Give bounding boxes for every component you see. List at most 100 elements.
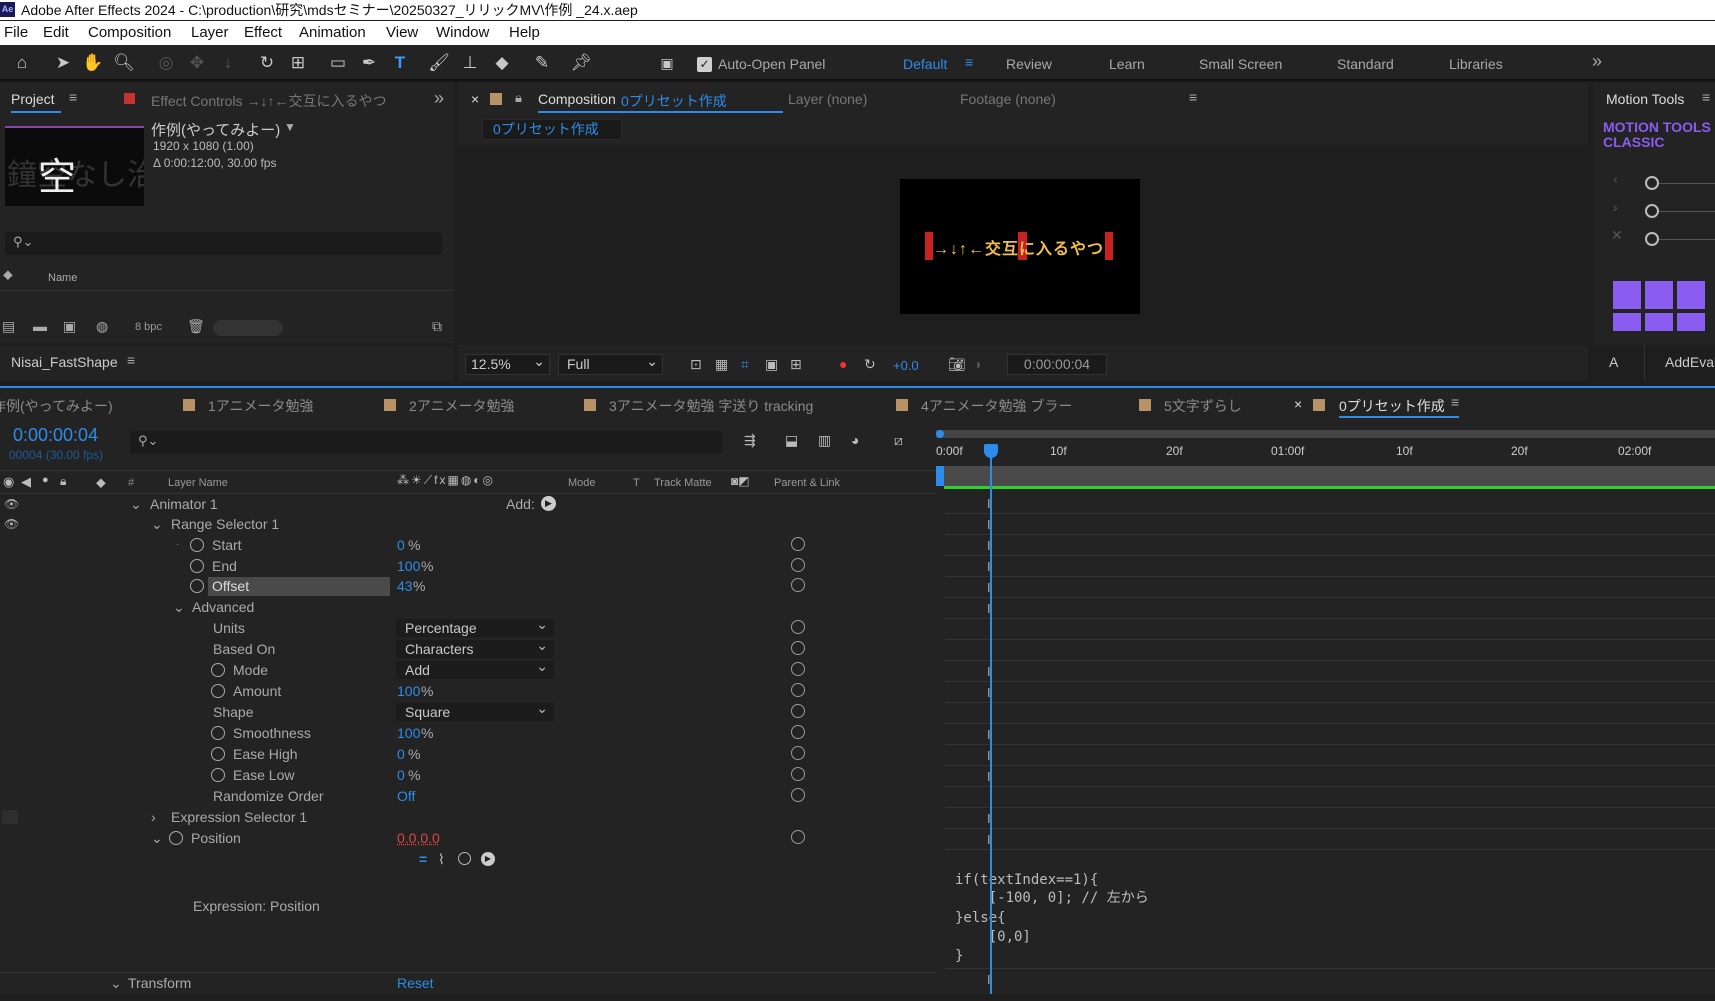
transform-reset[interactable]: Reset — [397, 973, 434, 993]
expression-pickwhip-icon[interactable] — [791, 788, 805, 802]
tab-effect-controls[interactable]: Effect Controls →↓↑←交互に入るやつ — [151, 91, 396, 111]
chevron-down-icon[interactable]: ⌄ — [130, 494, 142, 514]
reset-exposure-icon[interactable]: ↻ — [864, 356, 876, 373]
audio-icon[interactable]: ◀ — [21, 474, 31, 490]
timeline-tab-active[interactable]: 0プリセット作成 — [1339, 396, 1445, 416]
menu-animation[interactable]: Animation — [299, 21, 366, 45]
chevron-down-icon[interactable]: ⌄ — [151, 828, 163, 848]
chevron-down-icon[interactable]: ⌄ — [151, 514, 163, 534]
stopwatch-icon[interactable] — [169, 831, 183, 845]
workspace-standard[interactable]: Standard — [1337, 56, 1394, 72]
orbit-camera-icon[interactable]: ◎ — [155, 52, 177, 74]
panel-menu-icon[interactable]: ≡ — [1189, 89, 1197, 105]
expression-editor[interactable]: if(textIndex==1){ [-100, 0]; // 左から}else… — [945, 851, 1715, 969]
menu-effect[interactable]: Effect — [244, 21, 282, 45]
composition-tab-name[interactable]: 0プリセット作成 — [621, 91, 727, 111]
show-snapshot-icon[interactable]: ◑ — [973, 356, 981, 372]
tab-footage[interactable]: Footage (none) — [960, 91, 1056, 107]
expression-pickwhip-icon[interactable] — [791, 620, 805, 634]
range-selector-row[interactable]: 👁︎ ⌄ Range Selector 1 — [0, 514, 936, 534]
home-icon[interactable]: ⌂ — [11, 52, 33, 74]
expression-pickwhip-icon[interactable] — [791, 558, 805, 572]
tab-motion-tools[interactable]: Motion Tools — [1606, 91, 1684, 107]
expression-code[interactable]: if(textIndex==1){ [-100, 0]; // 左から}else… — [955, 853, 1149, 1001]
stopwatch-icon[interactable] — [211, 726, 225, 740]
mode-dropdown[interactable]: Add — [396, 657, 554, 679]
solo-icon[interactable]: ● — [42, 474, 49, 486]
tab-project[interactable]: Project — [11, 91, 55, 107]
composition-tab-label[interactable]: Composition — [538, 91, 616, 107]
anchor-grid-mr[interactable] — [1677, 313, 1705, 331]
stopwatch-icon[interactable] — [190, 579, 204, 593]
randomize-order-value[interactable]: Off — [397, 786, 415, 806]
project-search-input[interactable]: ⚲⌄ — [5, 232, 442, 255]
type-tool-icon[interactable]: T — [389, 52, 411, 74]
work-area-bar[interactable] — [936, 430, 1715, 438]
stopwatch-icon[interactable] — [190, 559, 204, 573]
zoom-tool-icon[interactable]: 🔍︎ — [113, 52, 135, 74]
panel-menu-icon[interactable]: ≡ — [127, 352, 135, 368]
start-value[interactable]: 0 — [397, 535, 405, 555]
grid-guides-icon[interactable]: ⊞ — [790, 356, 802, 373]
add-property-icon[interactable]: ▶ — [541, 496, 556, 511]
comp-canvas[interactable]: →↓↑←交互に入るやつ — [900, 179, 1140, 314]
resolution-dropdown[interactable]: Full ⌄ — [558, 353, 663, 375]
fast-previews-icon[interactable]: ⊡ — [690, 356, 702, 373]
render-queue-icon[interactable]: ◍ — [96, 318, 108, 335]
pan-behind-tool-icon[interactable]: ⊞ — [287, 52, 309, 74]
timeline-tab-sakurei[interactable]: 作例(やってみよー) — [0, 396, 113, 416]
puppet-pin-icon[interactable]: 📌︎ — [570, 52, 592, 74]
interpret-footage-icon[interactable]: ▤ — [2, 318, 15, 335]
start-row[interactable]: · Start 0 % — [0, 535, 936, 555]
anchor-grid-tl[interactable] — [1613, 281, 1641, 309]
timeline-tab-3[interactable]: 3アニメータ勉強 字送り tracking — [609, 396, 813, 416]
amount-row[interactable]: Amount 100 % — [0, 681, 936, 701]
name-column-header[interactable]: Name — [48, 272, 77, 284]
menu-window[interactable]: Window — [436, 21, 489, 45]
draft-3d-icon[interactable]: ⬓ — [785, 432, 798, 449]
ease-high-value[interactable]: 0 — [397, 744, 405, 764]
comp-flow-breadcrumb[interactable]: 0プリセット作成 — [482, 119, 622, 140]
work-area-start[interactable] — [936, 430, 944, 438]
chevron-down-icon[interactable]: ⌄ — [110, 973, 122, 993]
workspace-default[interactable]: Default — [903, 56, 947, 72]
transparency-grid-icon[interactable]: ▦ — [715, 356, 728, 373]
in-point-marker[interactable] — [936, 466, 944, 486]
comp-mini-flowchart-icon[interactable]: ⇶ — [744, 432, 756, 449]
stopwatch-icon[interactable] — [211, 768, 225, 782]
workspace-overflow-icon[interactable]: » — [1592, 51, 1602, 72]
based-on-dropdown[interactable]: Characters — [396, 636, 554, 658]
new-folder-icon[interactable]: ▬ — [33, 318, 47, 334]
stopwatch-icon[interactable] — [211, 747, 225, 761]
eye-icon[interactable]: ◉ — [3, 474, 14, 490]
position-row[interactable]: ⌄ Position 0.0,0.0 — [0, 828, 936, 848]
menu-composition[interactable]: Composition — [88, 21, 171, 45]
shape-dropdown[interactable]: Square — [396, 699, 554, 721]
selection-tool-icon[interactable]: ➤ — [52, 52, 74, 74]
motion-blur-icon[interactable]: ◕ — [851, 432, 859, 448]
amount-value[interactable]: 100 — [397, 681, 420, 701]
region-of-interest-icon[interactable]: ▣ — [765, 356, 778, 373]
timeline-tab-2[interactable]: 2アニメータ勉強 — [409, 396, 515, 416]
expression-pickwhip-icon[interactable] — [791, 578, 805, 592]
ease-high-row[interactable]: Ease High 0 % — [0, 744, 936, 764]
shape-row[interactable]: Shape Square — [0, 699, 936, 722]
expression-pickwhip-icon[interactable] — [791, 683, 805, 697]
position-value[interactable]: 0.0,0.0 — [397, 828, 440, 848]
eraser-tool-icon[interactable]: ◆ — [491, 52, 513, 74]
mode-row[interactable]: Mode Add — [0, 657, 936, 680]
comp-timecode[interactable]: 0:00:00:04 — [1007, 354, 1107, 375]
offset-value[interactable]: 43 — [397, 576, 413, 596]
tab-layer[interactable]: Layer (none) — [788, 91, 867, 107]
close-tab-icon[interactable]: × — [471, 91, 479, 107]
slider-knob-1[interactable] — [1645, 176, 1659, 190]
motion-tools-a[interactable]: A — [1609, 354, 1618, 370]
units-dropdown[interactable]: Percentage — [396, 615, 554, 637]
tab-nisai-fastshape[interactable]: Nisai_FastShape — [11, 354, 118, 370]
transform-row[interactable]: ⌄ Transform Reset — [0, 972, 936, 992]
chevron-right-icon[interactable]: › — [1613, 199, 1618, 215]
flowchart-icon[interactable]: ⧉ — [432, 318, 442, 335]
graph-editor-icon[interactable]: ⧄ — [894, 432, 903, 449]
item-dropdown-icon[interactable]: ▼ — [284, 120, 296, 134]
visibility-box[interactable] — [2, 810, 18, 824]
